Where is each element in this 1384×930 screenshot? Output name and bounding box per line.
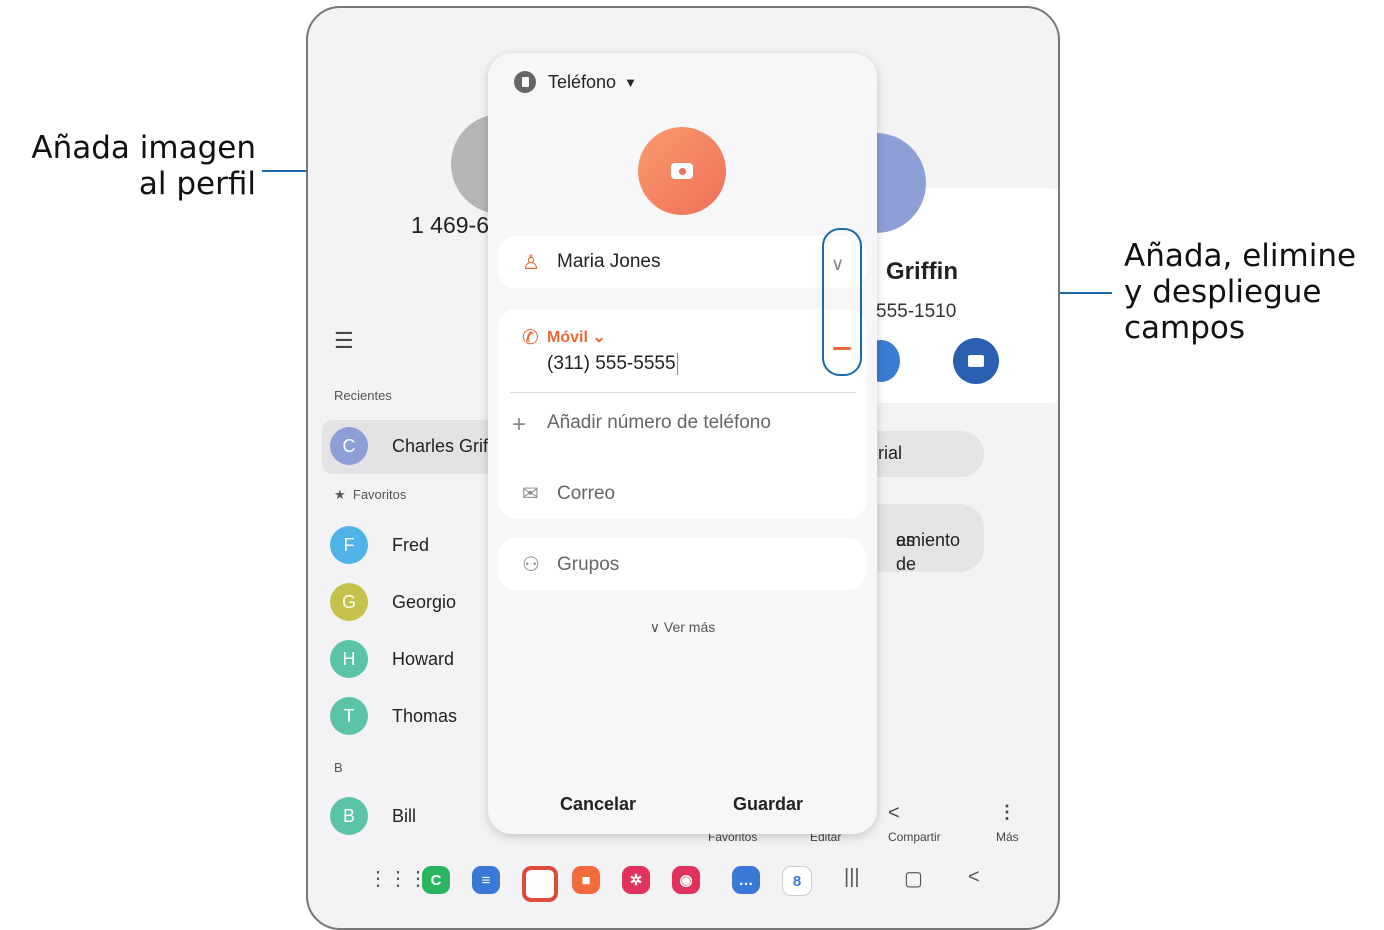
taskbar: ⋮⋮⋮ C ≡ ■ ✲ ◉ … 8 ||| ▢ < <box>308 858 1058 902</box>
list-item[interactable]: T Thomas <box>330 696 457 736</box>
callout-add-image-line-1: Añada imagen <box>31 130 256 166</box>
app-drawer-icon[interactable]: ⋮⋮⋮ <box>368 866 428 891</box>
recents-nav-icon[interactable]: ||| <box>844 866 860 889</box>
notes-app-icon[interactable]: ■ <box>572 866 600 894</box>
avatar: G <box>330 583 368 621</box>
email-field[interactable]: Correo <box>557 483 615 505</box>
back-nav-icon[interactable]: < <box>968 866 980 889</box>
callout-fields-line-2: y despliegue <box>1124 274 1322 310</box>
add-phone-button[interactable]: Añadir número de teléfono <box>547 412 771 434</box>
phone-number-value: (311) 555-5555 <box>547 353 676 375</box>
share-action[interactable]: Compartir <box>888 830 941 844</box>
mail-icon: ✉ <box>522 483 539 505</box>
video-icon <box>968 355 984 367</box>
list-item[interactable]: B Bill <box>330 796 416 836</box>
messages-app-icon[interactable]: ≡ <box>472 866 500 894</box>
video-call-button[interactable] <box>953 338 999 384</box>
chat-app-icon[interactable]: … <box>732 866 760 894</box>
phone-type-dropdown[interactable]: Móvil ⌄ <box>547 327 606 347</box>
contact-phone-fragment: 1 469-6 <box>411 212 490 238</box>
storage-settings-line-2: amiento <box>896 530 961 550</box>
avatar: F <box>330 526 368 564</box>
groups-field[interactable]: Grupos <box>557 554 619 576</box>
avatar: C <box>330 427 368 465</box>
more-icon[interactable]: ⋮ <box>998 802 1016 823</box>
contact-number: 555-1510 <box>876 301 957 322</box>
section-b-title: B <box>334 760 343 775</box>
groups-card: ⚇ Grupos <box>498 538 866 590</box>
cancel-button[interactable]: Cancelar <box>560 794 636 815</box>
phone-type-label: Móvil <box>547 329 588 346</box>
fields-highlight-box <box>822 228 862 376</box>
share-icon[interactable]: < <box>888 802 900 825</box>
home-nav-icon[interactable]: ▢ <box>904 866 923 891</box>
phone-storage-icon <box>514 71 536 93</box>
history-pill-label: rial <box>878 443 903 463</box>
more-action[interactable]: Más <box>996 830 1019 844</box>
groups-icon: ⚇ <box>522 554 540 576</box>
list-item[interactable]: G Georgio <box>330 582 456 622</box>
gallery-app-icon[interactable]: ✲ <box>622 866 650 894</box>
multi-app-icon[interactable]: 8 <box>782 866 812 896</box>
contact-list-name: Thomas <box>392 705 458 726</box>
phone-number-field[interactable]: (311) 555-5555 <box>547 353 679 375</box>
chrome-app-icon[interactable] <box>522 866 558 902</box>
callout-add-image-line-2: al perfil <box>138 166 256 202</box>
avatar: T <box>330 697 368 735</box>
name-field[interactable]: Maria Jones <box>557 251 661 273</box>
see-more-button[interactable]: ∨ Ver más <box>488 619 877 636</box>
camera-app-icon[interactable]: ◉ <box>672 866 700 894</box>
contact-list-name: Bill <box>392 805 417 826</box>
list-item[interactable]: F Fred <box>330 525 429 565</box>
star-icon: ★ <box>334 487 346 502</box>
phone-icon: ✆ <box>522 327 539 349</box>
contact-list-name: Georgio <box>392 591 457 612</box>
contact-list-name: Howard <box>392 648 455 669</box>
hamburger-icon[interactable]: ☰ <box>334 328 354 354</box>
callout-fields-line-1: Añada, elimine <box>1124 238 1357 274</box>
favorites-title: ★ Favoritos <box>334 487 406 503</box>
avatar: B <box>330 797 368 835</box>
recents-title: Recientes <box>334 388 392 403</box>
chevron-down-icon: ∨ <box>649 619 660 635</box>
callout-fields: Añada, elimine y despliegue campos <box>1124 238 1384 346</box>
storage-label: Teléfono <box>548 71 617 92</box>
callout-add-image: Añada imagen al perfil <box>8 130 256 202</box>
contact-list-name: Charles Grif <box>392 435 489 456</box>
name-card: ♙ Maria Jones <box>498 236 866 288</box>
see-more-label: Ver más <box>663 619 716 635</box>
divider <box>510 392 856 393</box>
phone-app-icon[interactable]: C <box>422 866 450 894</box>
avatar: H <box>330 640 368 678</box>
dropdown-arrow-icon: ▼ <box>624 74 637 90</box>
list-item[interactable]: C Charles Grif <box>330 426 488 466</box>
storage-selector[interactable]: Teléfono ▼ <box>514 71 637 93</box>
plus-icon: + <box>512 411 527 438</box>
contact-name: Griffin <box>886 258 958 285</box>
text-cursor <box>676 353 679 375</box>
camera-icon <box>671 163 693 179</box>
email-card: ✉ Correo <box>498 467 866 519</box>
person-icon: ♙ <box>522 252 540 274</box>
callout-fields-line-3: campos <box>1124 310 1246 346</box>
favorites-title-text: Favoritos <box>352 487 407 502</box>
create-contact-dialog: Teléfono ▼ ♙ Maria Jones ∨ ✆ Móvil ⌄ (31… <box>488 53 877 834</box>
contact-list-name: Fred <box>392 534 430 555</box>
add-photo-button[interactable] <box>638 127 726 215</box>
chevron-down-icon: ⌄ <box>592 329 606 346</box>
save-button[interactable]: Guardar <box>733 794 803 815</box>
list-item[interactable]: H Howard <box>330 639 454 679</box>
